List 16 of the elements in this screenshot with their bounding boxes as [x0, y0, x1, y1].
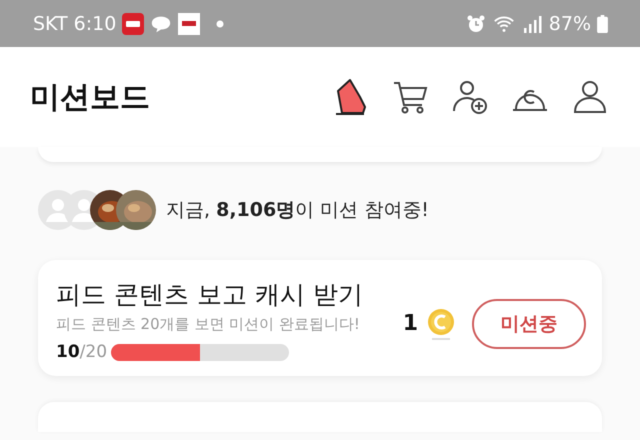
notification-icon — [122, 12, 144, 34]
carrier-text: SKT — [33, 12, 68, 34]
battery-text: 87% — [548, 12, 591, 34]
page-title: 미션보드 — [30, 78, 151, 116]
reward-amount: 1 — [402, 311, 418, 336]
mission-status-button[interactable]: 미션중 — [472, 298, 586, 348]
mission-title: 피드 콘텐츠 보고 캐시 받기 — [56, 279, 364, 311]
dot-icon — [216, 20, 224, 28]
progress-count: 10/20 — [56, 342, 108, 362]
mission-description: 피드 콘텐츠 20개를 보면 미션이 완료됩니다! — [56, 315, 361, 334]
clock-text: 6:10 — [74, 12, 116, 34]
battery-icon — [597, 14, 608, 32]
participation-text: 지금, 8,106명이 미션 참여중! — [166, 198, 429, 223]
wifi-icon — [492, 14, 515, 34]
alarm-icon — [464, 14, 487, 34]
notification-icon — [178, 12, 200, 34]
